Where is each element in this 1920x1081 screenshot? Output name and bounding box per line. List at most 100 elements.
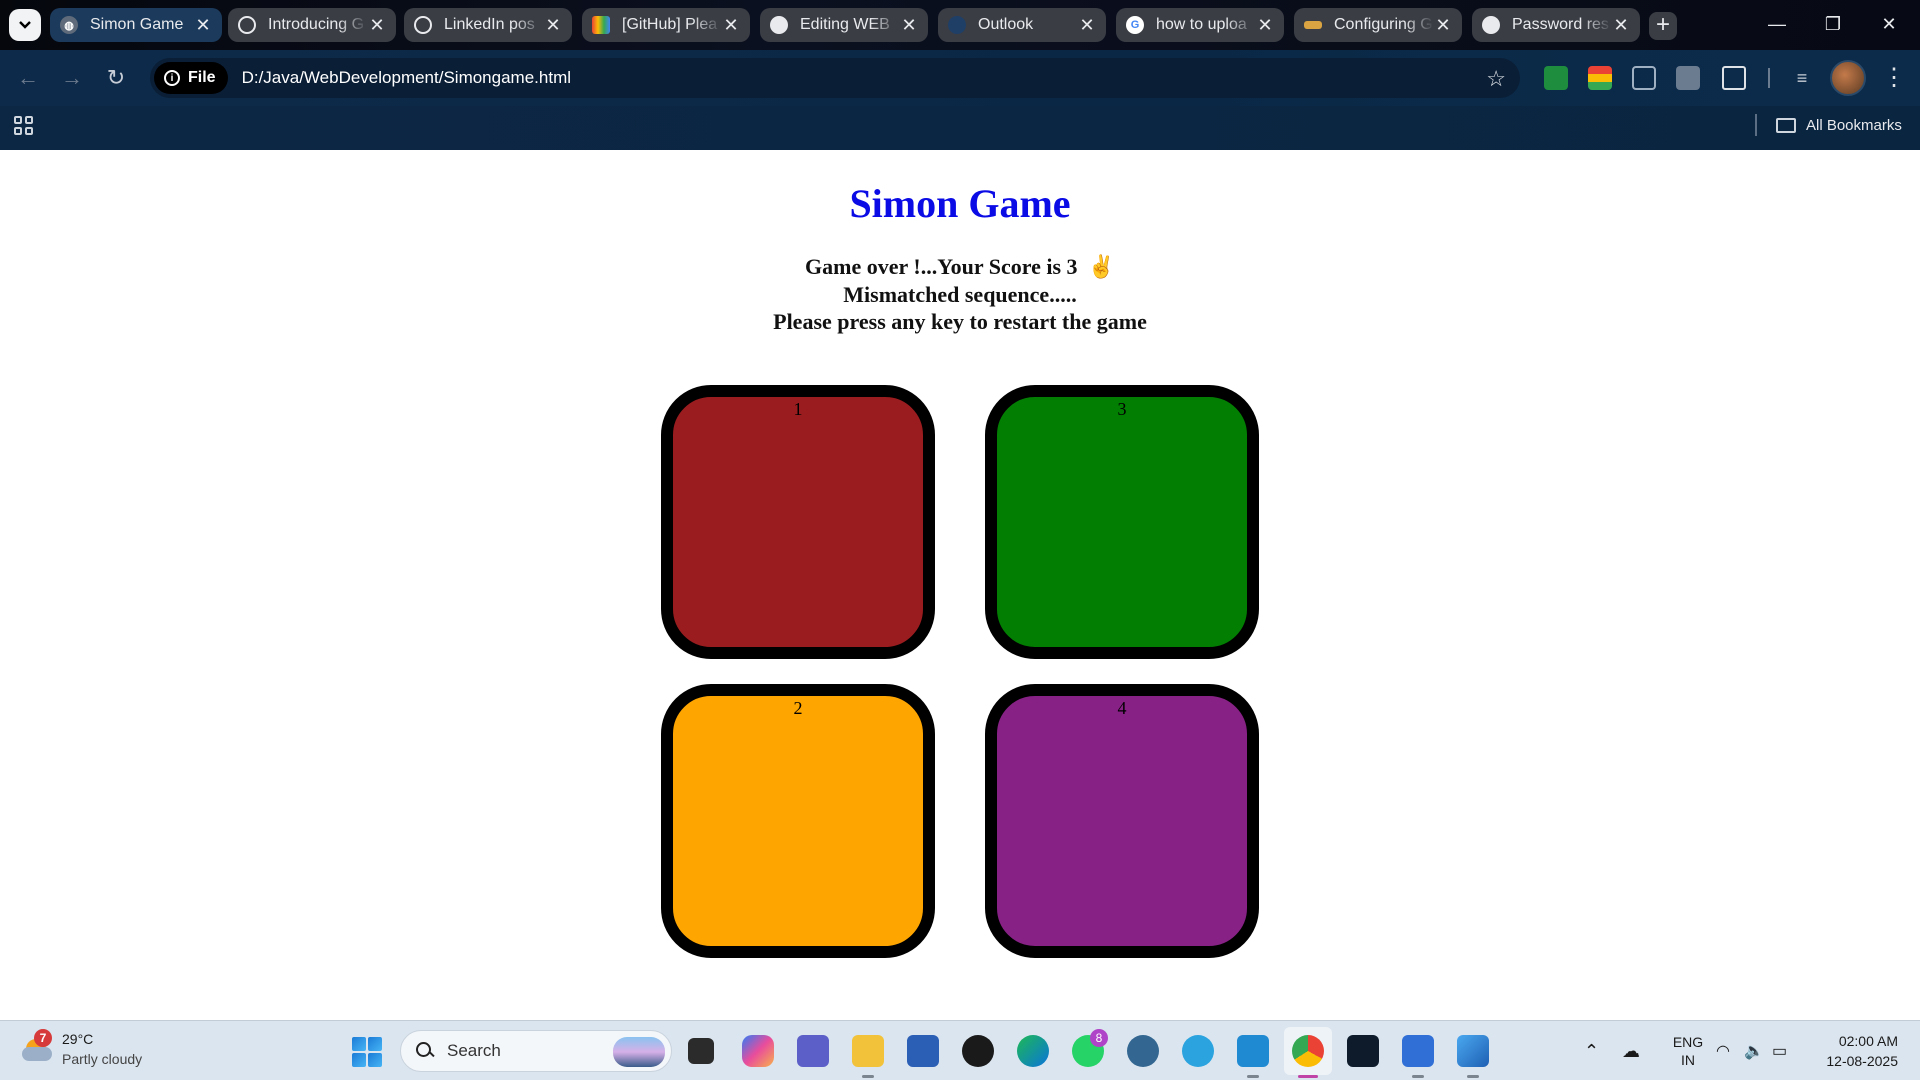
github-icon xyxy=(1482,16,1500,34)
weather-widget[interactable]: 7 29°C Partly cloudy xyxy=(22,1029,142,1069)
taskbar-search[interactable]: Search xyxy=(400,1030,672,1072)
volume-icon[interactable]: 🔈 xyxy=(1744,1021,1764,1081)
dell-icon[interactable] xyxy=(962,1035,994,1067)
bookmark-star-icon[interactable]: ☆ xyxy=(1486,66,1506,92)
close-icon[interactable]: ✕ xyxy=(1434,15,1452,36)
extension-copy-icon[interactable] xyxy=(1632,66,1656,90)
windows-start-icon[interactable] xyxy=(352,1037,382,1067)
bookmarks-divider xyxy=(1755,114,1757,136)
back-arrow-icon[interactable]: ← xyxy=(12,62,44,94)
tab-simon-game[interactable]: ◍ Simon Game ✕ xyxy=(50,8,222,42)
running-indicator xyxy=(1467,1075,1479,1078)
waves-app-icon[interactable] xyxy=(1347,1035,1379,1067)
openai-icon xyxy=(414,16,432,34)
info-icon: i xyxy=(164,70,180,86)
page-title: Simon Game xyxy=(849,181,1071,226)
tab-search-button[interactable] xyxy=(9,9,41,41)
tab-title: Outlook xyxy=(978,16,1034,33)
show-hidden-icons[interactable]: ⌃ xyxy=(1584,1021,1599,1081)
restore-icon[interactable]: ❐ xyxy=(1808,6,1858,42)
extension-check-icon[interactable] xyxy=(1544,66,1568,90)
forward-arrow-icon[interactable]: → xyxy=(56,62,88,94)
close-icon[interactable]: ✕ xyxy=(1612,15,1630,36)
search-label: Search xyxy=(447,1041,501,1060)
close-icon[interactable]: ✕ xyxy=(1078,15,1096,36)
edge-icon[interactable] xyxy=(1017,1035,1049,1067)
more-menu-icon[interactable]: ⋮ xyxy=(1882,62,1906,94)
windows-taskbar: 7 29°C Partly cloudy Search 8 ⌃ ☁ ENG IN… xyxy=(0,1020,1920,1080)
toolbar-divider xyxy=(1768,68,1770,88)
tab-introducing[interactable]: Introducing G ✕ xyxy=(228,8,396,42)
apps-grid-icon[interactable] xyxy=(14,116,34,136)
close-icon[interactable]: ✕ xyxy=(194,15,212,36)
wifi-icon[interactable]: ◠ xyxy=(1716,1021,1730,1081)
git-icon xyxy=(1304,21,1322,29)
notepad-icon[interactable] xyxy=(1402,1035,1434,1067)
postgresql-icon[interactable] xyxy=(1127,1035,1159,1067)
close-icon[interactable]: ✕ xyxy=(722,15,740,36)
running-indicator xyxy=(1247,1075,1259,1078)
bookmarks-bar xyxy=(0,106,1920,150)
red-pad[interactable]: 1 xyxy=(661,385,935,659)
running-indicator xyxy=(862,1075,874,1078)
close-icon[interactable]: ✕ xyxy=(900,15,918,36)
address-bar[interactable]: i File D:/Java/WebDevelopment/Simongame.… xyxy=(150,58,1520,98)
purple-pad[interactable]: 4 xyxy=(985,684,1259,958)
browser-toolbar: ← → ↻ i File D:/Java/WebDevelopment/Simo… xyxy=(0,50,1920,106)
minimize-icon[interactable]: — xyxy=(1752,6,1802,42)
tab-title: Configuring G xyxy=(1334,16,1433,33)
tab-title: LinkedIn pos xyxy=(444,16,535,33)
vscode-icon[interactable] xyxy=(1237,1035,1269,1067)
all-bookmarks-button[interactable]: All Bookmarks xyxy=(1776,114,1902,136)
tab-outlook[interactable]: Outlook ✕ xyxy=(938,8,1106,42)
weather-condition: Partly cloudy xyxy=(62,1051,143,1067)
score-text: Game over !...Your Score is 3 xyxy=(805,254,1078,279)
tab-title: Password res xyxy=(1512,16,1609,33)
orange-pad[interactable]: 2 xyxy=(661,684,935,958)
partly-cloudy-icon: 7 xyxy=(22,1029,56,1065)
site-info-chip[interactable]: i File xyxy=(154,62,228,94)
victory-hand-icon: ✌ xyxy=(1087,254,1115,279)
close-icon[interactable]: ✕ xyxy=(1256,15,1274,36)
new-tab-button[interactable]: + xyxy=(1649,12,1677,40)
file-explorer-icon[interactable] xyxy=(852,1035,884,1067)
pad-number: 3 xyxy=(1117,399,1127,419)
media-control-icon[interactable]: ≡ xyxy=(1786,62,1818,94)
microsoft-store-icon[interactable] xyxy=(907,1035,939,1067)
tab-how-to-upload[interactable]: G how to uploa ✕ xyxy=(1116,8,1284,42)
pad-number: 1 xyxy=(793,399,803,419)
telegram-icon[interactable] xyxy=(1182,1035,1214,1067)
tab-configuring[interactable]: Configuring G ✕ xyxy=(1294,8,1462,42)
pad-number: 4 xyxy=(1117,698,1127,718)
extension-colors-icon[interactable] xyxy=(1588,66,1612,90)
extensions-puzzle-icon[interactable] xyxy=(1722,66,1746,90)
running-indicator xyxy=(1412,1075,1424,1078)
url-text[interactable]: D:/Java/WebDevelopment/Simongame.html xyxy=(242,68,571,88)
reload-icon[interactable]: ↻ xyxy=(100,62,132,94)
battery-icon[interactable]: ▭ xyxy=(1772,1021,1787,1081)
tab-password-reset[interactable]: Password res ✕ xyxy=(1472,8,1640,42)
tab-editing-web[interactable]: Editing WEB ✕ xyxy=(760,8,928,42)
window-close-icon[interactable]: ✕ xyxy=(1864,6,1914,42)
teams-icon[interactable] xyxy=(797,1035,829,1067)
all-bookmarks-label: All Bookmarks xyxy=(1806,116,1902,134)
language-code: ENG xyxy=(1672,1034,1704,1050)
globe-icon: ◍ xyxy=(60,16,78,34)
onedrive-icon[interactable]: ☁ xyxy=(1622,1021,1640,1081)
close-icon[interactable]: ✕ xyxy=(544,15,562,36)
pad-number: 2 xyxy=(793,698,803,718)
tab-linkedin-post[interactable]: LinkedIn pos ✕ xyxy=(404,8,572,42)
close-icon[interactable]: ✕ xyxy=(368,15,386,36)
profile-avatar[interactable] xyxy=(1830,60,1866,96)
search-highlight-image xyxy=(613,1037,665,1067)
photos-icon[interactable] xyxy=(1457,1035,1489,1067)
extension-wallet-icon[interactable] xyxy=(1676,66,1700,90)
chrome-icon[interactable] xyxy=(1292,1035,1324,1067)
outlook-icon xyxy=(948,16,966,34)
copilot-icon[interactable] xyxy=(742,1035,774,1067)
tab-github-mail[interactable]: [GitHub] Plea ✕ xyxy=(582,8,750,42)
green-pad[interactable]: 3 xyxy=(985,385,1259,659)
language-indicator[interactable]: ENG IN xyxy=(1666,1021,1710,1081)
system-clock[interactable]: 02:00 AM 12-08-2025 xyxy=(1814,1031,1898,1071)
task-view-icon[interactable] xyxy=(688,1038,714,1064)
